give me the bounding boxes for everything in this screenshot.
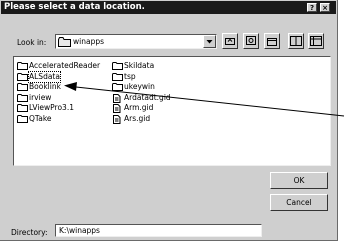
new-folder-icon — [267, 38, 277, 46]
list-item-label: irview — [29, 92, 52, 102]
folder-icon — [58, 37, 71, 47]
list-view-button[interactable] — [288, 33, 304, 49]
folder-icon — [17, 93, 28, 102]
list-item-label: Ardatadt.gid — [124, 92, 171, 102]
dropdown-arrow-button[interactable] — [203, 35, 216, 48]
list-item-label: ukeywin — [124, 82, 155, 91]
folder-icon — [17, 72, 28, 81]
close-button[interactable]: × — [320, 3, 330, 12]
folder-icon — [112, 72, 123, 81]
list-item-label: Skildata — [124, 61, 155, 70]
folder-icon — [17, 83, 28, 91]
look-in-label: Look in: — [17, 38, 47, 47]
chevron-down-icon — [206, 40, 213, 44]
look-in-value: winapps — [73, 37, 104, 46]
list-item-label: LViewPro3.1 — [29, 103, 74, 112]
look-in-dropdown[interactable]: winapps — [55, 34, 217, 49]
list-item-label: ALSdata — [28, 70, 61, 83]
folder-icon — [112, 62, 123, 70]
directory-label: Directory: — [11, 228, 48, 237]
folder-icon — [17, 62, 28, 70]
details-view-button[interactable] — [308, 33, 324, 49]
folder-icon — [17, 114, 28, 123]
list-item-label: tsp — [124, 71, 136, 81]
list-item-label: Arm.gid — [124, 103, 154, 112]
ok-button[interactable]: OK — [270, 172, 328, 189]
desktop-icon — [246, 36, 256, 45]
file-list[interactable]: AcceleratedReader ALSdata Booklink irvie… — [13, 56, 331, 166]
up-one-level-button[interactable] — [222, 33, 238, 49]
title-bar[interactable]: Please select a data location. ? × — [1, 1, 336, 14]
details-view-icon — [310, 36, 322, 46]
folder-icon — [112, 83, 123, 91]
list-view-icon — [290, 36, 302, 46]
list-item-label: Ars.gid — [124, 113, 151, 123]
folder-icon — [17, 104, 28, 112]
desktop-button[interactable] — [243, 33, 259, 49]
document-icon — [113, 114, 121, 124]
document-icon — [113, 93, 121, 103]
list-item-label: Booklink — [29, 82, 61, 91]
list-item-label: AcceleratedReader — [29, 61, 101, 70]
select-data-location-dialog: Please select a data location. ? × Look … — [0, 0, 338, 241]
document-icon — [113, 104, 121, 113]
list-item-label: QTake — [29, 113, 52, 123]
dialog-title: Please select a data location. — [4, 2, 145, 12]
new-folder-button[interactable] — [264, 33, 280, 49]
help-button[interactable]: ? — [307, 3, 317, 12]
cancel-button[interactable]: Cancel — [270, 194, 328, 211]
directory-field[interactable]: K:\winapps — [55, 224, 262, 237]
up-folder-icon — [225, 38, 235, 45]
